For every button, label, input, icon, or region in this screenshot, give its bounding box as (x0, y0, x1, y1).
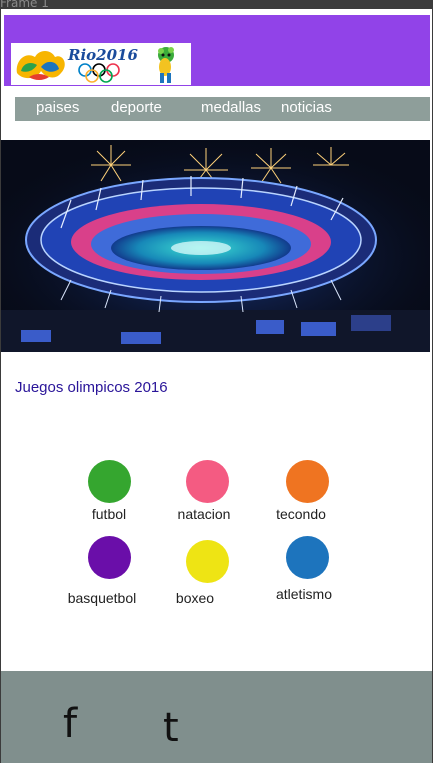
header: Rio2016 (4, 15, 430, 86)
sport-label-boxeo[interactable]: boxeo (140, 590, 250, 606)
sport-label-atletismo[interactable]: atletismo (249, 586, 359, 602)
rio2016-logo-graphic: Rio2016 (16, 46, 174, 83)
nav-bar: paises deporte medallas noticias (15, 97, 430, 121)
stadium-illustration (1, 140, 430, 352)
sport-label-natacion[interactable]: natacion (149, 506, 259, 522)
nav-item-paises[interactable]: paises (36, 99, 79, 117)
logo-wordmark: Rio2016 (67, 46, 138, 64)
stadium-hero-image (1, 140, 430, 352)
sport-label-tecondo[interactable]: tecondo (246, 506, 356, 522)
facebook-icon[interactable]: f (63, 701, 77, 747)
sport-dot-basquetbol[interactable] (88, 536, 131, 579)
twitter-icon[interactable]: t (163, 705, 179, 751)
sport-dot-natacion[interactable] (186, 460, 229, 503)
nav-item-noticias[interactable]: noticias (281, 99, 332, 117)
sport-dot-futbol[interactable] (88, 460, 131, 503)
sport-dot-tecondo[interactable] (286, 460, 329, 503)
sport-dot-boxeo[interactable] (186, 540, 229, 583)
footer: f t (1, 671, 432, 763)
sport-label-futbol[interactable]: futbol (54, 506, 164, 522)
rio2016-logo[interactable]: Rio2016 (11, 43, 191, 85)
page: Rio2016 paises deporte medallas noticias… (1, 9, 432, 763)
nav-item-medallas[interactable]: medallas (201, 99, 261, 117)
page-title: Juegos olimpicos 2016 (15, 379, 168, 396)
nav-item-deporte[interactable]: deporte (111, 99, 162, 117)
sport-dot-atletismo[interactable] (286, 536, 329, 579)
